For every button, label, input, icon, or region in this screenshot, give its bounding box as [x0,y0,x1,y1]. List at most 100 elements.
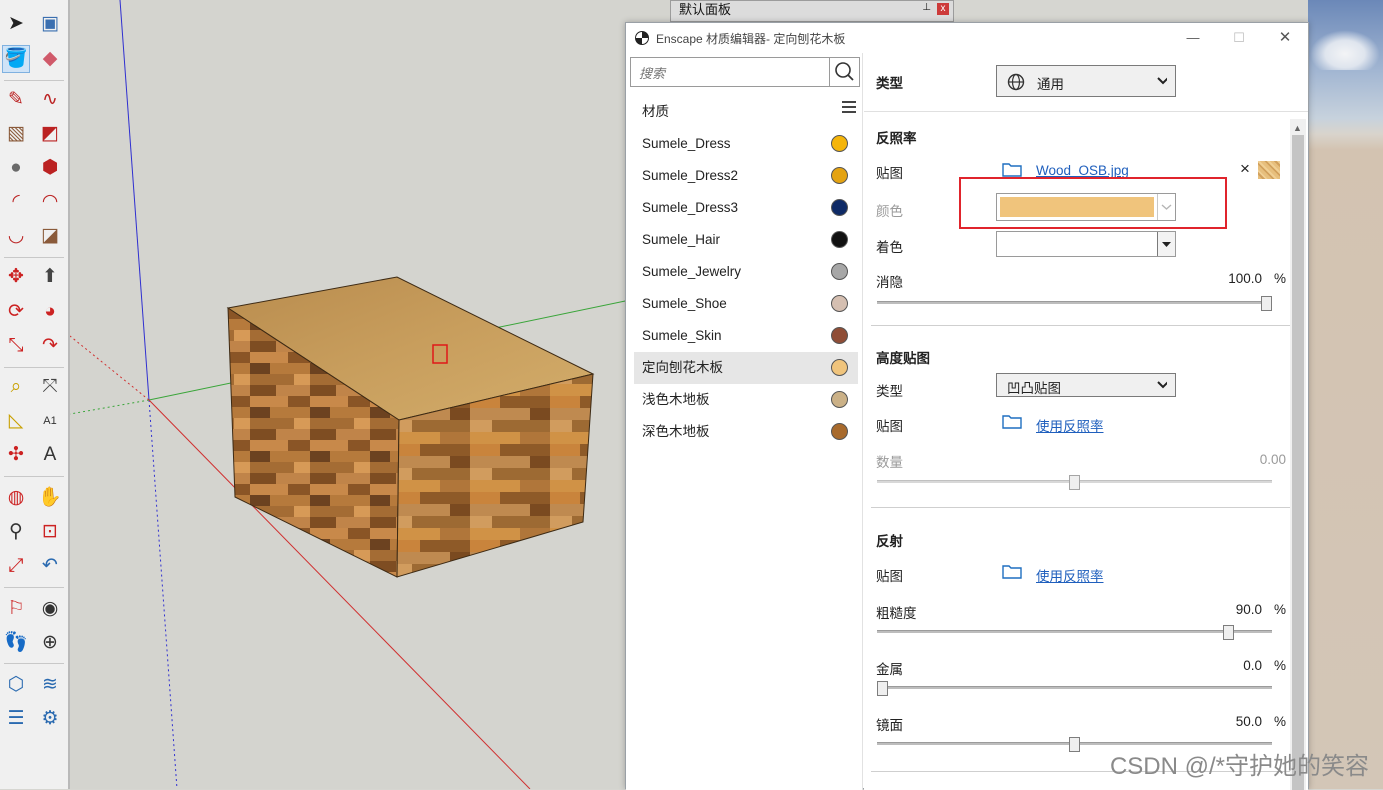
height-heading: 高度贴图 [876,351,930,366]
fade-slider[interactable] [877,296,1272,311]
protractor-icon[interactable]: ◺ [2,407,30,435]
material-item[interactable]: Sumele_Dress [634,128,858,160]
offset-icon[interactable]: ↷ [36,332,64,360]
close-icon[interactable]: x [937,3,949,15]
rotated-rect-icon[interactable]: ◩ [36,120,64,148]
material-item[interactable]: 浅色木地板 [634,384,858,416]
material-item[interactable]: Sumele_Dress2 [634,160,858,192]
enscape-sync-icon[interactable]: ≋ [36,671,64,699]
dimension-icon[interactable]: ⤧ [36,373,64,401]
material-item[interactable]: Sumele_Hair [634,224,858,256]
freehand-icon[interactable]: ∿ [36,86,64,114]
reflection-texture-link[interactable]: 使用反照率 [1036,565,1104,585]
material-color-swatch [831,199,848,216]
reflection-heading: 反射 [876,534,903,549]
arc-icon[interactable]: ◜ [2,188,30,216]
amount-slider-knob[interactable] [1069,475,1080,490]
look-around-icon[interactable]: ◉ [36,595,64,623]
material-item[interactable]: Sumele_Dress3 [634,192,858,224]
minimize-button[interactable]: — [1178,27,1208,49]
roughness-slider-knob[interactable] [1223,625,1234,640]
maximize-button[interactable]: ☐ [1224,27,1254,49]
move-icon[interactable]: ✥ [2,263,30,291]
albedo-tint-picker[interactable] [996,231,1176,257]
component-tool-icon[interactable]: ▣ [36,10,64,38]
scale-icon[interactable]: ⤡ [2,332,30,360]
vertical-scrollbar[interactable]: ▲ [1290,119,1306,790]
arc2-icon[interactable]: ◠ [36,188,64,216]
zoom-icon[interactable]: ⚲ [2,518,30,546]
enscape-materials-icon[interactable]: ☰ [2,705,30,733]
type-label: 类型 [876,76,903,91]
material-item[interactable]: Sumele_Jewelry [634,256,858,288]
amount-slider[interactable] [877,475,1272,490]
tape-measure-icon[interactable]: ⌕ [2,373,30,401]
paint-bucket-icon[interactable]: 🪣 [2,45,30,73]
height-type-dropdown[interactable]: 凹凸贴图 [996,373,1176,397]
remove-texture-button[interactable]: × [1240,159,1250,179]
rectangle-icon[interactable]: ▧ [2,120,30,148]
zoom-window-icon[interactable]: ⊡ [36,518,64,546]
fade-slider-knob[interactable] [1261,296,1272,311]
hamburger-menu-icon[interactable] [842,101,856,113]
folder-icon[interactable] [1002,563,1022,579]
material-editor-window: Enscape 材质编辑器- 定向刨花木板 — ☐ ✕ 材质 Sumele_Dr… [625,22,1309,790]
close-button[interactable]: ✕ [1270,27,1300,49]
default-panel-tray[interactable]: 默认面板 ⊥ x [670,0,954,22]
pie-icon[interactable]: ◪ [36,222,64,250]
roughness-slider[interactable] [877,625,1272,640]
3d-viewport[interactable] [70,0,670,789]
chevron-down-icon [1157,77,1167,85]
polygon-icon[interactable]: ⬢ [36,154,64,182]
enscape-settings-icon[interactable]: ⚙ [36,705,64,733]
material-name: Sumele_Hair [642,232,721,247]
arc3-icon[interactable]: ◡ [2,222,30,250]
material-name: Sumele_Dress3 [642,200,739,215]
circle-icon[interactable]: ● [2,154,30,182]
rotate-icon[interactable]: ⟳ [2,298,30,326]
search-input[interactable] [631,58,839,88]
material-color-swatch [831,391,848,408]
material-name: 定向刨花木板 [642,360,723,375]
window-titlebar[interactable]: Enscape 材质编辑器- 定向刨花木板 — ☐ ✕ [626,23,1308,53]
previous-view-icon[interactable]: ↶ [36,552,64,580]
chevron-down-icon [1157,381,1167,389]
folder-icon[interactable] [1002,413,1022,429]
walk-icon[interactable]: 👣 [2,629,30,657]
position-camera-icon[interactable]: ⚐ [2,595,30,623]
section-plane-icon[interactable]: ⊕ [36,629,64,657]
type-dropdown[interactable]: 通用 [996,65,1176,97]
eraser-icon[interactable]: ◆ [36,45,64,73]
scrollbar-thumb[interactable] [1292,135,1304,790]
material-color-swatch [831,231,848,248]
metal-slider-knob[interactable] [877,681,888,696]
material-color-swatch [831,167,848,184]
scroll-up-icon[interactable]: ▲ [1293,123,1302,133]
search-button[interactable] [829,58,859,86]
pin-icon[interactable]: ⊥ [922,2,931,13]
zoom-extents-icon[interactable]: ⤢ [2,552,30,580]
pan-icon[interactable]: ✋ [36,484,64,512]
push-pull-icon[interactable]: ⬆ [36,263,64,291]
text-icon[interactable]: A1 [36,407,64,435]
material-item[interactable]: Sumele_Shoe [634,288,858,320]
follow-me-icon[interactable]: ◕ [36,298,64,326]
albedo-texture-label: 贴图 [876,166,903,181]
specular-unit: % [1273,714,1286,729]
properties-scroll-area[interactable]: 反照率 贴图 Wood_OSB.jpg × 颜色 着色 消隐 100.0 % 高… [864,119,1308,790]
metal-slider[interactable] [877,681,1272,696]
material-item[interactable]: Sumele_Skin [634,320,858,352]
enscape-start-icon[interactable]: ⬡ [2,671,30,699]
albedo-texture-link[interactable]: Wood_OSB.jpg [1036,163,1129,178]
material-item[interactable]: 深色木地板 [634,416,858,448]
select-tool-icon[interactable]: ➤ [2,10,30,38]
pencil-icon[interactable]: ✎ [2,86,30,114]
height-texture-link[interactable]: 使用反照率 [1036,415,1104,435]
specular-slider-knob[interactable] [1069,737,1080,752]
orbit-icon[interactable]: ◍ [2,484,30,512]
material-item[interactable]: 定向刨花木板 [634,352,858,384]
window-title: Enscape 材质编辑器- 定向刨花木板 [656,32,846,46]
3d-text-icon[interactable]: A [36,441,64,469]
axes-icon[interactable]: ✣ [2,441,30,469]
folder-icon[interactable] [1002,161,1022,177]
